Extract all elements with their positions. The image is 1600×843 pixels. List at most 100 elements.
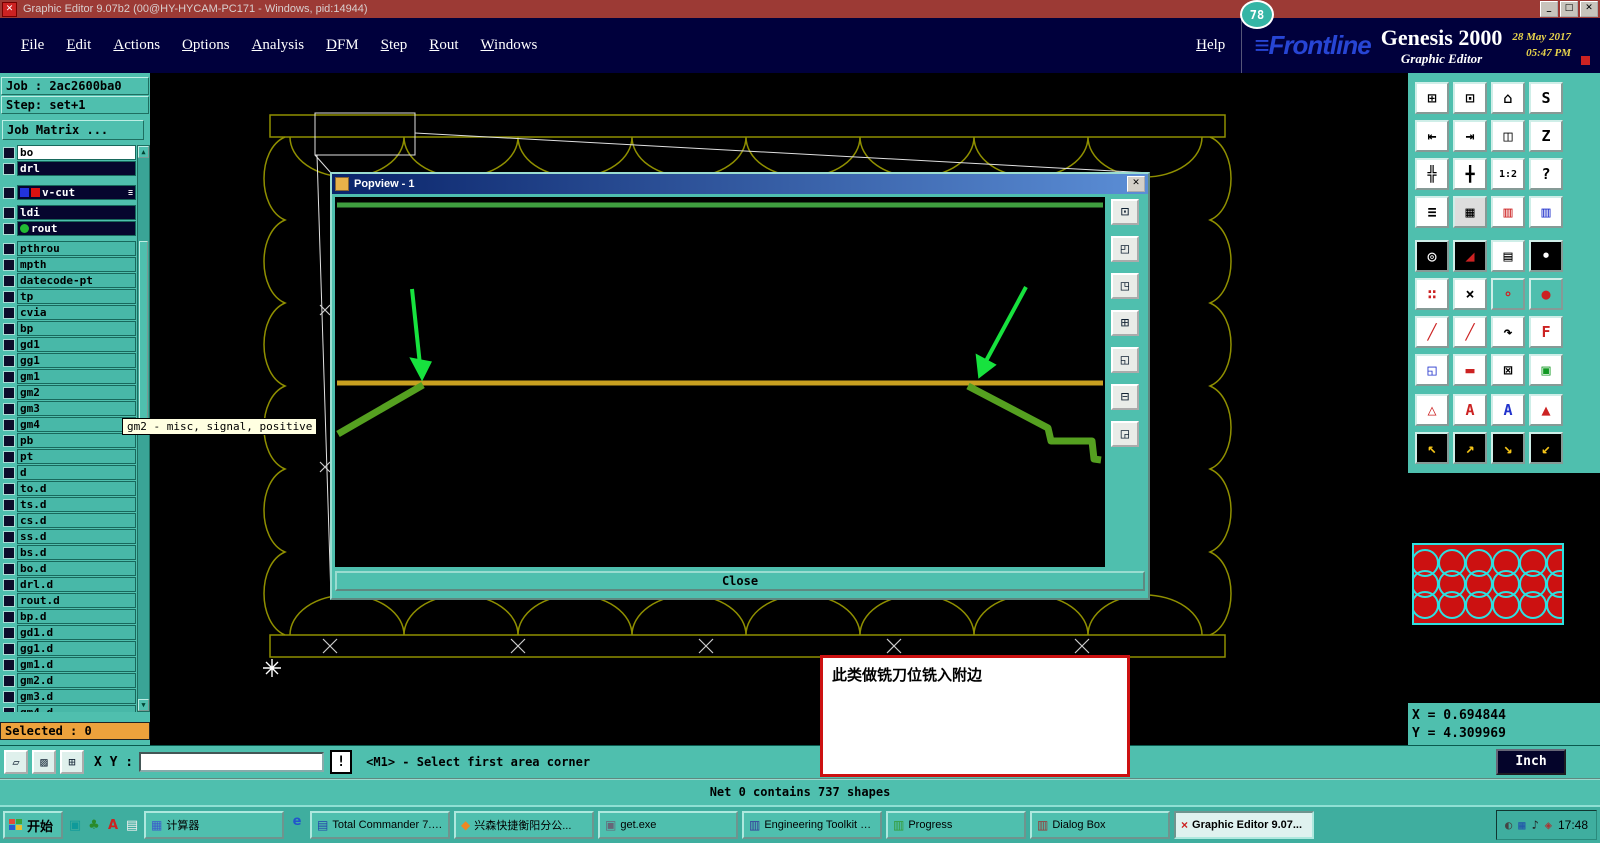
layer-display-checkbox[interactable] — [3, 322, 15, 335]
minimize-button[interactable]: _ — [1540, 1, 1558, 17]
tool-pad-select-button[interactable]: ◱ — [1415, 354, 1449, 386]
layer-name-field[interactable]: gm4.d — [17, 705, 136, 712]
tool-pan-out-button[interactable]: ⇥ — [1453, 120, 1487, 152]
start-button[interactable]: 开始 — [3, 811, 63, 839]
layer-row-gm3[interactable]: gm3 — [1, 401, 136, 416]
layer-row-gm4[interactable]: gm4 — [1, 417, 136, 432]
layer-name-field[interactable]: cvia — [17, 305, 136, 320]
layer-display-checkbox[interactable] — [3, 338, 15, 351]
xy-input[interactable] — [139, 752, 325, 772]
magnifier-icon[interactable]: ◐ — [1505, 818, 1512, 832]
layer-row-ts.d[interactable]: ts.d — [1, 497, 136, 512]
tool-color-layers-button[interactable]: ▣ — [1529, 354, 1563, 386]
taskbar-button[interactable]: ▤ Total Commander 7.0... — [310, 811, 450, 839]
tool-select-arrow-sw-button[interactable]: ↙ — [1529, 432, 1563, 464]
tool-single-dot-button[interactable]: • — [1529, 240, 1563, 272]
layer-row-gg1[interactable]: gg1 — [1, 353, 136, 368]
layer-name-field[interactable]: ss.d — [17, 529, 136, 544]
layer-row-gm4.d[interactable]: gm4.d — [1, 705, 136, 712]
tool-move-feature-button[interactable]: ● — [1529, 278, 1563, 310]
layer-display-checkbox[interactable] — [3, 418, 15, 431]
layer-name-field[interactable]: gm2.d — [17, 673, 136, 688]
layer-name-field[interactable]: gg1 — [17, 353, 136, 368]
layer-name-field[interactable]: pthrou — [17, 241, 136, 256]
tool-text-tool-button[interactable]: F — [1529, 316, 1563, 348]
taskbar-button[interactable]: ▥ Dialog Box — [1030, 811, 1170, 839]
tool-copy-view-button[interactable]: ⊞ — [1415, 82, 1449, 114]
tool-zoom-ratio-button[interactable]: 1:2 — [1491, 158, 1525, 190]
audio-icon[interactable]: ♪ — [1532, 818, 1539, 832]
layer-name-field[interactable]: gm1 — [17, 369, 136, 384]
layer-row-drl.d[interactable]: drl.d — [1, 577, 136, 592]
layer-display-checkbox[interactable] — [3, 578, 15, 591]
taskbar-button[interactable]: ▥ Engineering Toolkit 9... — [742, 811, 882, 839]
layer-row-pb[interactable]: pb — [1, 433, 136, 448]
tool-delete-x-button[interactable]: × — [1453, 278, 1487, 310]
layer-row-bo[interactable]: bo — [1, 145, 136, 160]
layer-row-gm2.d[interactable]: gm2.d — [1, 673, 136, 688]
internet-explorer-icon[interactable]: e — [288, 811, 306, 831]
tool-arc-tool-button[interactable]: ↷ — [1491, 316, 1525, 348]
layer-row-gm2[interactable]: gm2 — [1, 385, 136, 400]
layer-name-field[interactable]: gm2 — [17, 385, 136, 400]
popview-pan-button[interactable]: ⊟ — [1111, 384, 1139, 410]
layer-display-checkbox[interactable] — [3, 222, 15, 235]
layer-name-field[interactable]: v-cut ≡ — [17, 185, 136, 200]
maximize-button[interactable]: □ — [1560, 1, 1578, 17]
layer-row-mpth[interactable]: mpth — [1, 257, 136, 272]
tool-matrix-blue-button[interactable]: ▥ — [1529, 196, 1563, 228]
layer-row-gm3.d[interactable]: gm3.d — [1, 689, 136, 704]
layer-name-field[interactable]: bs.d — [17, 545, 136, 560]
layer-display-checkbox[interactable] — [3, 186, 15, 199]
area-select-mode-button[interactable]: ▱ — [4, 750, 28, 774]
tool-multi-view-button[interactable]: ◫ — [1491, 120, 1525, 152]
layer-row-datecode-pt[interactable]: datecode-pt — [1, 273, 136, 288]
tool-home-view-button[interactable]: ⌂ — [1491, 82, 1525, 114]
layer-display-checkbox[interactable] — [3, 386, 15, 399]
layer-name-field[interactable]: bo — [17, 145, 136, 160]
tool-text-a-red-button[interactable]: A — [1453, 394, 1487, 426]
layer-name-field[interactable]: tp — [17, 289, 136, 304]
layer-row-ldi[interactable]: ldi — [1, 205, 136, 220]
layer-name-field[interactable]: gm3.d — [17, 689, 136, 704]
layer-display-checkbox[interactable] — [3, 530, 15, 543]
tool-crop-box-button[interactable]: ⊠ — [1491, 354, 1525, 386]
taskbar-button[interactable]: ▦ 计算器 — [144, 811, 284, 839]
layer-row-gg1.d[interactable]: gg1.d — [1, 641, 136, 656]
tool-pan-into-button[interactable]: ⇤ — [1415, 120, 1449, 152]
desktop-icon[interactable]: ▣ — [66, 815, 84, 835]
scrollbar-thumb[interactable] — [139, 241, 148, 433]
layer-display-checkbox[interactable] — [3, 674, 15, 687]
tool-select-arrow-ne-button[interactable]: ↗ — [1453, 432, 1487, 464]
layer-display-checkbox[interactable] — [3, 206, 15, 219]
layer-display-checkbox[interactable] — [3, 626, 15, 639]
layer-row-cvia[interactable]: cvia — [1, 305, 136, 320]
tool-erase-line-button[interactable]: ▬ — [1453, 354, 1487, 386]
tool-help-button[interactable]: ? — [1529, 158, 1563, 190]
menu-analysis[interactable]: Analysis — [241, 37, 316, 54]
tool-serpentine-button[interactable]: S — [1529, 82, 1563, 114]
layer-name-field[interactable]: pb — [17, 433, 136, 448]
close-button[interactable]: ✕ — [1580, 1, 1598, 17]
layer-name-field[interactable]: gm3 — [17, 401, 136, 416]
tool-target-button[interactable]: ◎ — [1415, 240, 1449, 272]
panel-thumbnail[interactable] — [1412, 543, 1564, 625]
layer-row-rout.d[interactable]: rout.d — [1, 593, 136, 608]
layer-name-field[interactable]: rout — [17, 221, 136, 236]
network-icon[interactable]: ▦ — [1518, 818, 1525, 832]
layer-row-d[interactable]: d — [1, 465, 136, 480]
tool-measure-slope-button[interactable]: ╱ — [1415, 316, 1449, 348]
layer-name-field[interactable]: to.d — [17, 481, 136, 496]
scroll-down-icon[interactable]: ▼ — [138, 699, 149, 711]
tool-center-cross-button[interactable]: ╬ — [1415, 158, 1449, 190]
layer-row-v-cut[interactable]: v-cut ≡ — [1, 185, 136, 200]
tool-triangle-outline-button[interactable]: △ — [1415, 394, 1449, 426]
layer-row-pthrou[interactable]: pthrou — [1, 241, 136, 256]
tool-small-features-button[interactable]: ∘ — [1491, 278, 1525, 310]
layer-display-checkbox[interactable] — [3, 306, 15, 319]
layer-display-checkbox[interactable] — [3, 354, 15, 367]
layer-name-field[interactable]: gg1.d — [17, 641, 136, 656]
menu-edit[interactable]: Edit — [55, 37, 102, 54]
menu-windows[interactable]: Windows — [469, 37, 548, 54]
taskbar-button[interactable]: ◆ 兴森快捷衡阳分公... — [454, 811, 594, 839]
